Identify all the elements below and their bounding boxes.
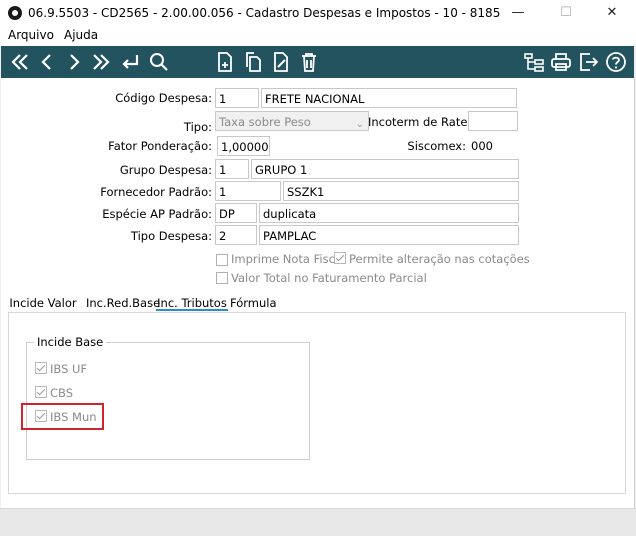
tab-inc-red-base[interactable]: Inc.Red.Base — [86, 294, 160, 312]
valor-total-checkbox[interactable] — [216, 272, 228, 284]
fator-input[interactable]: 1,00000 — [217, 136, 270, 156]
incide-base-title: Incide Base — [34, 335, 107, 349]
valor-total-label: Valor Total no Faturamento Parcial — [231, 271, 427, 285]
especie-label: Espécie AP Padrão: — [102, 207, 212, 221]
incoterm-label: Incoterm de Rateio: — [368, 115, 482, 129]
last-icon[interactable] — [89, 50, 113, 74]
siscomex-label: Siscomex: — [407, 139, 466, 153]
codigo-despesa-description[interactable]: FRETE NACIONAL — [261, 88, 517, 108]
tipo-select[interactable]: Taxa sobre Peso ⌄ — [215, 111, 369, 131]
maximize-button[interactable]: ☐ — [554, 4, 578, 22]
ibs-uf-label: IBS UF — [50, 362, 88, 376]
next-icon[interactable] — [62, 50, 86, 74]
incoterm-input[interactable] — [468, 111, 518, 131]
previous-icon[interactable] — [35, 50, 59, 74]
menu-ajuda[interactable]: Ajuda — [64, 28, 98, 42]
cbs-label: CBS — [50, 386, 74, 400]
first-icon[interactable] — [8, 50, 32, 74]
new-document-icon[interactable] — [213, 50, 237, 74]
tree-icon[interactable] — [522, 50, 546, 74]
return-icon[interactable] — [118, 50, 142, 74]
delete-icon[interactable] — [297, 50, 321, 74]
incide-base-group — [26, 342, 310, 460]
menu-arquivo[interactable]: Arquivo — [8, 28, 54, 42]
codigo-despesa-label: Código Despesa: — [115, 91, 212, 105]
tipo-value: Taxa sobre Peso — [219, 115, 311, 129]
fornecedor-label: Fornecedor Padrão: — [100, 185, 212, 199]
imprime-nf-label: Imprime Nota Fiscal — [231, 252, 346, 266]
help-icon[interactable] — [604, 50, 628, 74]
app-logo-icon — [8, 6, 22, 20]
grupo-code-input[interactable]: 1 — [215, 159, 249, 179]
title-bar: 06.9.5503 - CD2565 - 2.00.00.056 - Cadas… — [0, 0, 636, 27]
fornecedor-code-input[interactable]: 1 — [215, 181, 281, 201]
minimize-button[interactable]: — — [506, 4, 530, 22]
fator-label: Fator Ponderação: — [108, 139, 212, 153]
permite-alteracao-checkbox[interactable] — [334, 252, 346, 264]
status-bar — [0, 508, 636, 536]
permite-alteracao-label: Permite alteração nas cotações — [349, 252, 530, 266]
tipo-label: Tipo: — [183, 120, 212, 134]
highlight-box — [21, 403, 104, 430]
imprime-nf-checkbox[interactable] — [216, 254, 228, 266]
chevron-down-icon: ⌄ — [355, 119, 364, 130]
menu-bar: Arquivo Ajuda — [0, 27, 636, 46]
toolbar — [1, 46, 634, 78]
tipo-despesa-code-input[interactable]: 2 — [215, 225, 257, 245]
siscomex-value: 000 — [471, 139, 493, 153]
print-icon[interactable] — [549, 50, 573, 74]
search-icon[interactable] — [147, 50, 171, 74]
tipo-despesa-description[interactable]: PAMPLAC — [259, 225, 519, 245]
tab-incide-valor[interactable]: Incide Valor — [9, 294, 77, 312]
grupo-description[interactable]: GRUPO 1 — [251, 159, 519, 179]
exit-icon[interactable] — [576, 50, 600, 74]
especie-code-input[interactable]: DP — [215, 203, 257, 223]
edit-icon[interactable] — [269, 50, 293, 74]
tab-formula[interactable]: Fórmula — [230, 294, 277, 312]
tipo-despesa-label: Tipo Despesa: — [130, 229, 212, 243]
grupo-label: Grupo Despesa: — [119, 163, 212, 177]
active-tab-indicator — [156, 309, 228, 311]
window-title: 06.9.5503 - CD2565 - 2.00.00.056 - Cadas… — [28, 6, 501, 20]
copy-icon[interactable] — [241, 50, 265, 74]
close-button[interactable]: ✕ — [600, 4, 624, 22]
codigo-despesa-input[interactable]: 1 — [215, 88, 259, 108]
fornecedor-description[interactable]: SSZK1 — [283, 181, 519, 201]
ibs-uf-checkbox[interactable] — [35, 362, 47, 374]
cbs-checkbox[interactable] — [35, 386, 47, 398]
especie-description[interactable]: duplicata — [259, 203, 519, 223]
